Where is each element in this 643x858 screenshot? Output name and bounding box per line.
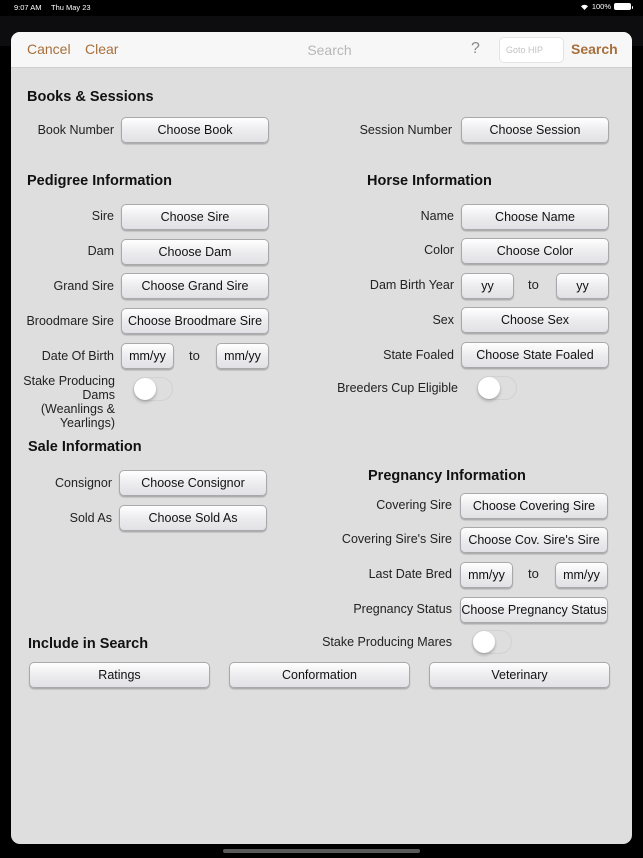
dob-from-button[interactable]: mm/yy	[121, 343, 174, 369]
consignor-label: Consignor	[55, 476, 112, 490]
choose-session-button[interactable]: Choose Session	[461, 117, 609, 143]
sire-label: Sire	[91, 209, 114, 223]
name-label: Name	[420, 209, 454, 223]
toggle-knob	[473, 631, 495, 653]
wifi-icon	[580, 3, 589, 10]
choose-book-button[interactable]: Choose Book	[121, 117, 269, 143]
status-bar: 9:07 AM Thu May 23 100%	[0, 0, 643, 14]
sex-label: Sex	[432, 313, 454, 327]
session-number-label: Session Number	[359, 123, 452, 137]
pregnancy-status-label: Pregnancy Status	[353, 602, 452, 616]
toggle-knob	[478, 377, 500, 399]
conformation-button[interactable]: Conformation	[229, 662, 410, 688]
include-in-search-heading: Include in Search	[28, 636, 149, 652]
choose-name-button[interactable]: Choose Name	[461, 204, 609, 230]
battery-icon	[614, 3, 633, 10]
color-label: Color	[424, 243, 454, 257]
covering-sire-label: Covering Sire	[376, 498, 452, 512]
nav-bar: Cancel Clear Search ? Search	[11, 32, 632, 68]
covering-sires-sire-label: Covering Sire's Sire	[341, 532, 452, 546]
choose-state-foaled-button[interactable]: Choose State Foaled	[461, 342, 609, 368]
choose-covering-sire-button[interactable]: Choose Covering Sire	[460, 493, 608, 519]
state-foaled-label: State Foaled	[383, 348, 454, 362]
choose-cov-sires-sire-button[interactable]: Choose Cov. Sire's Sire	[460, 527, 608, 553]
choose-dam-button[interactable]: Choose Dam	[121, 239, 269, 265]
choose-grand-sire-button[interactable]: Choose Grand Sire	[121, 273, 269, 299]
choose-sire-button[interactable]: Choose Sire	[121, 204, 269, 230]
breeders-cup-toggle[interactable]	[477, 376, 517, 400]
pregnancy-info-heading: Pregnancy Information	[368, 468, 526, 484]
sale-info-heading: Sale Information	[28, 439, 142, 455]
status-indicators: 100%	[580, 2, 633, 11]
choose-sold-as-button[interactable]: Choose Sold As	[119, 505, 267, 531]
broodmare-sire-label: Broodmare Sire	[26, 314, 114, 328]
battery-percent: 100%	[591, 2, 611, 11]
choose-color-button[interactable]: Choose Color	[461, 238, 609, 264]
dob-to-word: to	[189, 348, 200, 363]
breeders-cup-label: Breeders Cup Eligible	[337, 381, 458, 395]
dam-birth-year-label: Dam Birth Year	[369, 278, 454, 292]
sold-as-label: Sold As	[69, 511, 112, 525]
grand-sire-label: Grand Sire	[53, 279, 114, 293]
dam-birth-to-word: to	[528, 277, 539, 292]
book-number-label: Book Number	[37, 123, 114, 137]
choose-broodmare-sire-button[interactable]: Choose Broodmare Sire	[121, 308, 269, 334]
stake-dams-line-2: Dams	[82, 388, 115, 402]
choose-consignor-button[interactable]: Choose Consignor	[119, 470, 267, 496]
books-sessions-heading: Books & Sessions	[27, 89, 154, 105]
stake-dams-line-1: Stake Producing	[23, 374, 115, 388]
horse-info-heading: Horse Information	[367, 173, 492, 189]
stake-dams-line-3: (Weanlings &	[40, 402, 115, 416]
search-button[interactable]: Search	[571, 41, 618, 57]
last-date-bred-label: Last Date Bred	[368, 567, 452, 581]
veterinary-button[interactable]: Veterinary	[429, 662, 610, 688]
dam-label: Dam	[87, 244, 114, 258]
last-bred-to-button[interactable]: mm/yy	[555, 562, 608, 588]
last-bred-to-word: to	[528, 566, 539, 581]
home-indicator[interactable]	[223, 849, 420, 853]
date-of-birth-label: Date Of Birth	[41, 349, 114, 363]
stake-producing-mares-toggle[interactable]	[472, 630, 512, 654]
goto-hip-input[interactable]	[499, 37, 564, 63]
status-date: Thu May 23	[51, 3, 91, 12]
search-sheet: Cancel Clear Search ? Search Books & Ses…	[11, 32, 632, 844]
dam-birth-to-button[interactable]: yy	[556, 273, 609, 299]
dam-birth-from-button[interactable]: yy	[461, 273, 514, 299]
stake-producing-dams-label: Stake Producing Dams (Weanlings & Yearli…	[23, 374, 115, 430]
stake-producing-dams-toggle[interactable]	[133, 377, 173, 401]
stake-dams-line-4: Yearlings)	[59, 416, 115, 430]
toggle-knob	[134, 378, 156, 400]
last-bred-from-button[interactable]: mm/yy	[460, 562, 513, 588]
status-time: 9:07 AM	[14, 3, 42, 12]
help-icon[interactable]: ?	[471, 40, 480, 58]
ratings-button[interactable]: Ratings	[29, 662, 210, 688]
stake-producing-mares-label: Stake Producing Mares	[322, 635, 452, 649]
choose-pregnancy-status-button[interactable]: Choose Pregnancy Status	[460, 597, 608, 623]
choose-sex-button[interactable]: Choose Sex	[461, 307, 609, 333]
dob-to-button[interactable]: mm/yy	[216, 343, 269, 369]
pedigree-heading: Pedigree Information	[27, 173, 173, 189]
